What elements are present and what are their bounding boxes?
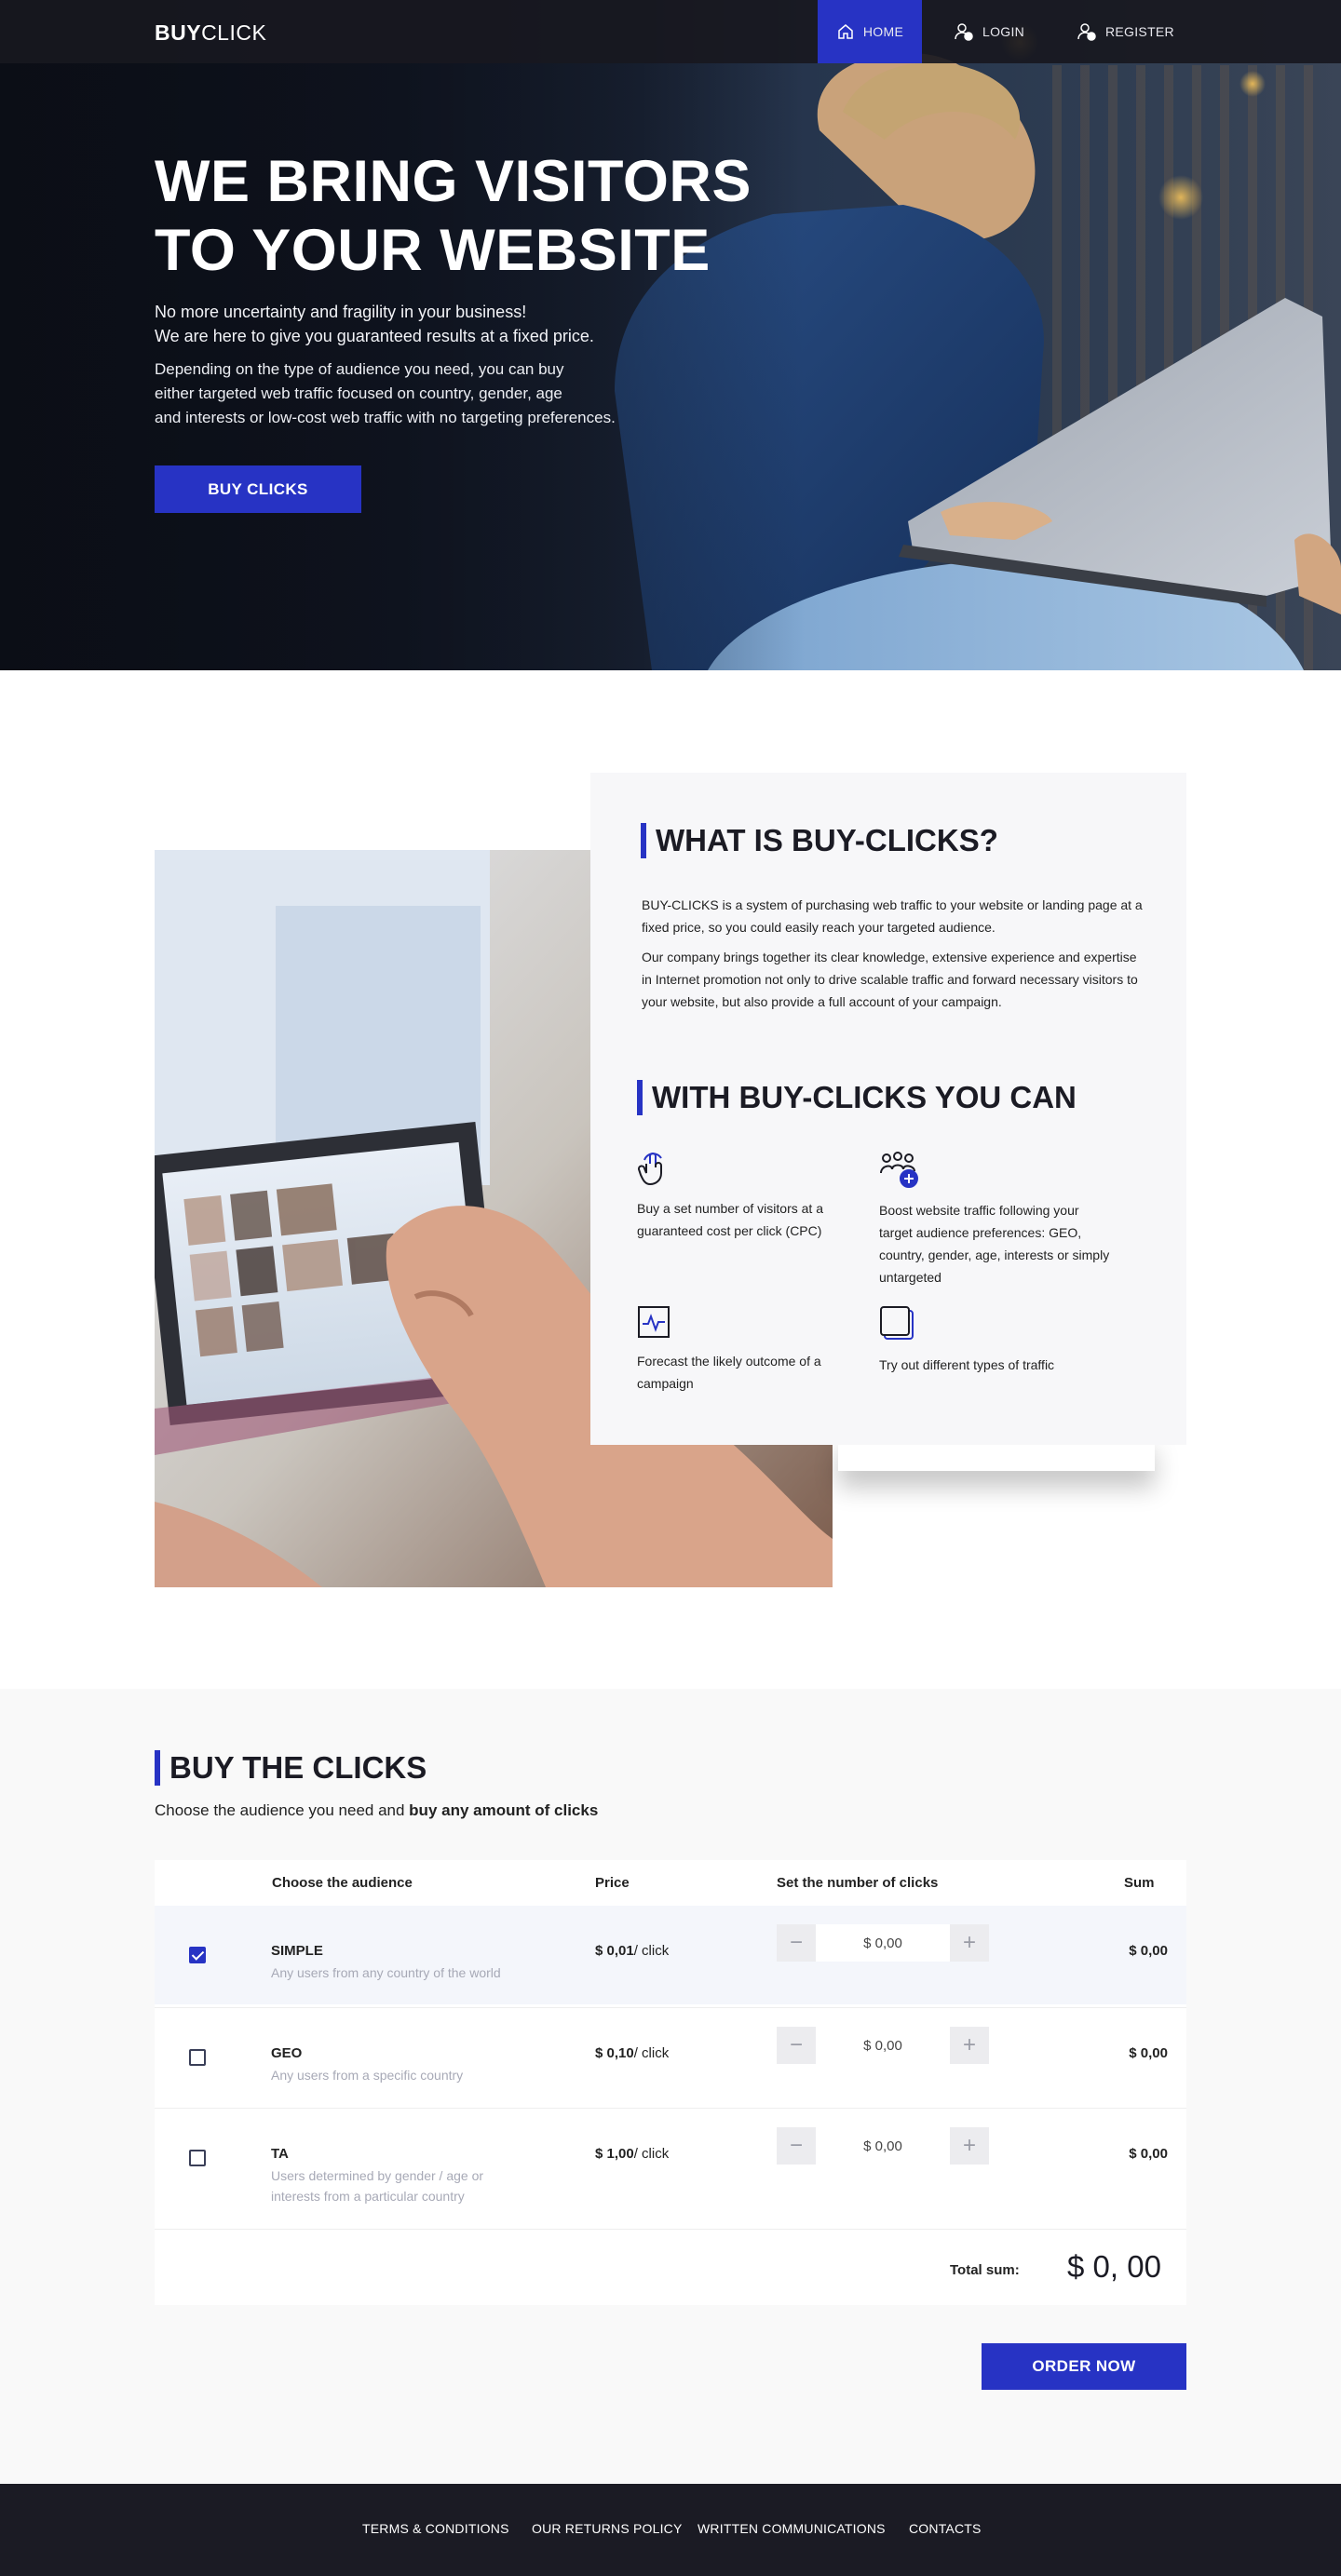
row-description: Any users from a specific country [271,2068,464,2083]
row-price: $ 0,10/ click [595,2045,669,2061]
quantity-stepper: − $ 0,00 + [777,2127,989,2165]
nav-home[interactable]: HOME [818,0,922,63]
pulse-chart-icon [638,1306,670,1338]
row-price-unit: / click [633,2045,670,2061]
audience-add-icon [880,1152,918,1188]
quantity-input[interactable]: $ 0,00 [816,1924,950,1962]
col-price: Price [595,1875,630,1891]
quantity-stepper: − $ 0,00 + [777,2027,989,2064]
home-icon [838,24,853,39]
increment-button[interactable]: + [950,2127,989,2165]
feature-item-traffic-types: Try out different types of traffic [879,1305,1112,1376]
row-description: Any users from any country of the world [271,1965,501,1980]
hero-intro: No more uncertainty and fragility in you… [155,300,639,348]
nav-login-label: LOGIN [982,24,1025,39]
row-sum: $ 0,00 [1129,1943,1168,1959]
quantity-input[interactable]: $ 0,00 [816,2127,950,2165]
row-price-unit: / click [633,2146,670,2162]
user-login-icon [955,23,973,41]
total-row [155,2229,1186,2305]
row-price-value: $ 1,00 [595,2146,634,2162]
buy-subtitle: Choose the audience you need and buy any… [155,1801,598,1820]
footer-link-terms[interactable]: TERMS & CONDITIONS [362,2521,509,2536]
row-price-unit: / click [633,1943,670,1959]
col-clicks: Set the number of clicks [777,1875,939,1891]
feature-text-traffic-types: Try out different types of traffic [879,1357,1055,1372]
feature-text-audience: Boost website traffic following your tar… [879,1203,1110,1285]
decrement-button[interactable]: − [777,2127,816,2165]
hero-section: WE BRING VISITORS TO YOUR WEBSITE No mor… [0,0,1341,670]
order-now-button[interactable]: ORDER NOW [982,2343,1186,2390]
row-checkbox-geo[interactable] [189,2049,206,2066]
about-title: WHAT IS BUY-CLICKS? [641,823,998,858]
hero-title: WE BRING VISITORS TO YOUR WEBSITE [155,147,752,285]
features-title: WITH BUY-CLICKS YOU CAN [637,1080,1077,1115]
feature-item-audience: Boost website traffic following your tar… [879,1151,1112,1288]
table-row: TA Users determined by gender / age or i… [155,2108,1186,2229]
col-audience: Choose the audience [272,1875,413,1891]
layers-icon [880,1306,914,1340]
buy-clicks-button[interactable]: BUY CLICKS [155,465,361,513]
pointer-click-icon [638,1153,662,1186]
row-description: Users determined by gender / age or inte… [271,2168,484,2204]
nav-login[interactable]: LOGIN [954,0,1024,63]
hero-desc-line1: Depending on the type of audience you ne… [155,360,564,378]
row-checkbox-ta[interactable] [189,2150,206,2166]
feature-text-cpc: Buy a set number of visitors at a guaran… [637,1201,823,1238]
nav-register[interactable]: REGISTER [1077,0,1174,63]
row-price: $ 1,00/ click [595,2146,669,2162]
footer-link-returns[interactable]: OUR RETURNS POLICY [532,2521,683,2536]
table-row: SIMPLE Any users from any country of the… [155,1906,1186,2004]
col-sum: Sum [1124,1875,1155,1891]
hero-description: Depending on the type of audience you ne… [155,357,676,430]
buy-subtitle-bold: buy any amount of clicks [409,1801,599,1819]
about-text-2: Our company brings together its clear kn… [642,950,1138,1009]
row-checkbox-simple[interactable] [189,1947,206,1963]
row-name: GEO [271,2045,303,2061]
hero-intro-line1: No more uncertainty and fragility in you… [155,303,527,321]
feature-item-cpc: Buy a set number of visitors at a guaran… [637,1151,870,1242]
row-price-value: $ 0,01 [595,1943,634,1959]
increment-button[interactable]: + [950,1924,989,1962]
hero-desc-line3: and interests or low-cost web traffic wi… [155,409,616,426]
feature-text-forecast: Forecast the likely outcome of a campaig… [637,1354,821,1391]
row-sum: $ 0,00 [1129,2045,1168,2061]
footer-link-communications[interactable]: WRITTEN COMMUNICATIONS [698,2521,886,2536]
row-price-value: $ 0,10 [595,2045,634,2061]
user-register-icon [1077,23,1096,41]
hero-intro-line2: We are here to give you guaranteed resul… [155,327,594,345]
row-name: SIMPLE [271,1943,323,1959]
row-name: TA [271,2146,289,2162]
quantity-stepper: − $ 0,00 + [777,1924,989,1962]
hero-desc-line2: either targeted web traffic focused on c… [155,384,562,402]
feature-item-forecast: Forecast the likely outcome of a campaig… [637,1305,870,1395]
quantity-input[interactable]: $ 0,00 [816,2027,950,2064]
about-text-1: BUY-CLICKS is a system of purchasing web… [642,897,1143,935]
total-value: $ 0, 00 [1067,2249,1161,2284]
nav-home-label: HOME [862,24,904,39]
buy-title: BUY THE CLICKS [155,1750,427,1786]
table-row: GEO Any users from a specific country $ … [155,2007,1186,2106]
total-label: Total sum: [950,2262,1020,2278]
nav-register-label: REGISTER [1105,24,1174,39]
footer-link-contacts[interactable]: CONTACTS [909,2521,982,2536]
logo-bold: BUY [155,20,202,45]
hero-title-line2: TO YOUR WEBSITE [155,218,711,283]
top-navigation: BUYCLICK HOME LOGIN REGISTER [0,0,1341,63]
buy-subtitle-plain: Choose the audience you need and [155,1801,410,1819]
logo[interactable]: BUYCLICK [155,20,266,46]
increment-button[interactable]: + [950,2027,989,2064]
decrement-button[interactable]: − [777,1924,816,1962]
row-sum: $ 0,00 [1129,2146,1168,2162]
row-price: $ 0,01/ click [595,1943,669,1959]
logo-light: CLICK [201,20,267,45]
decrement-button[interactable]: − [777,2027,816,2064]
hero-title-line1: WE BRING VISITORS [155,149,752,214]
